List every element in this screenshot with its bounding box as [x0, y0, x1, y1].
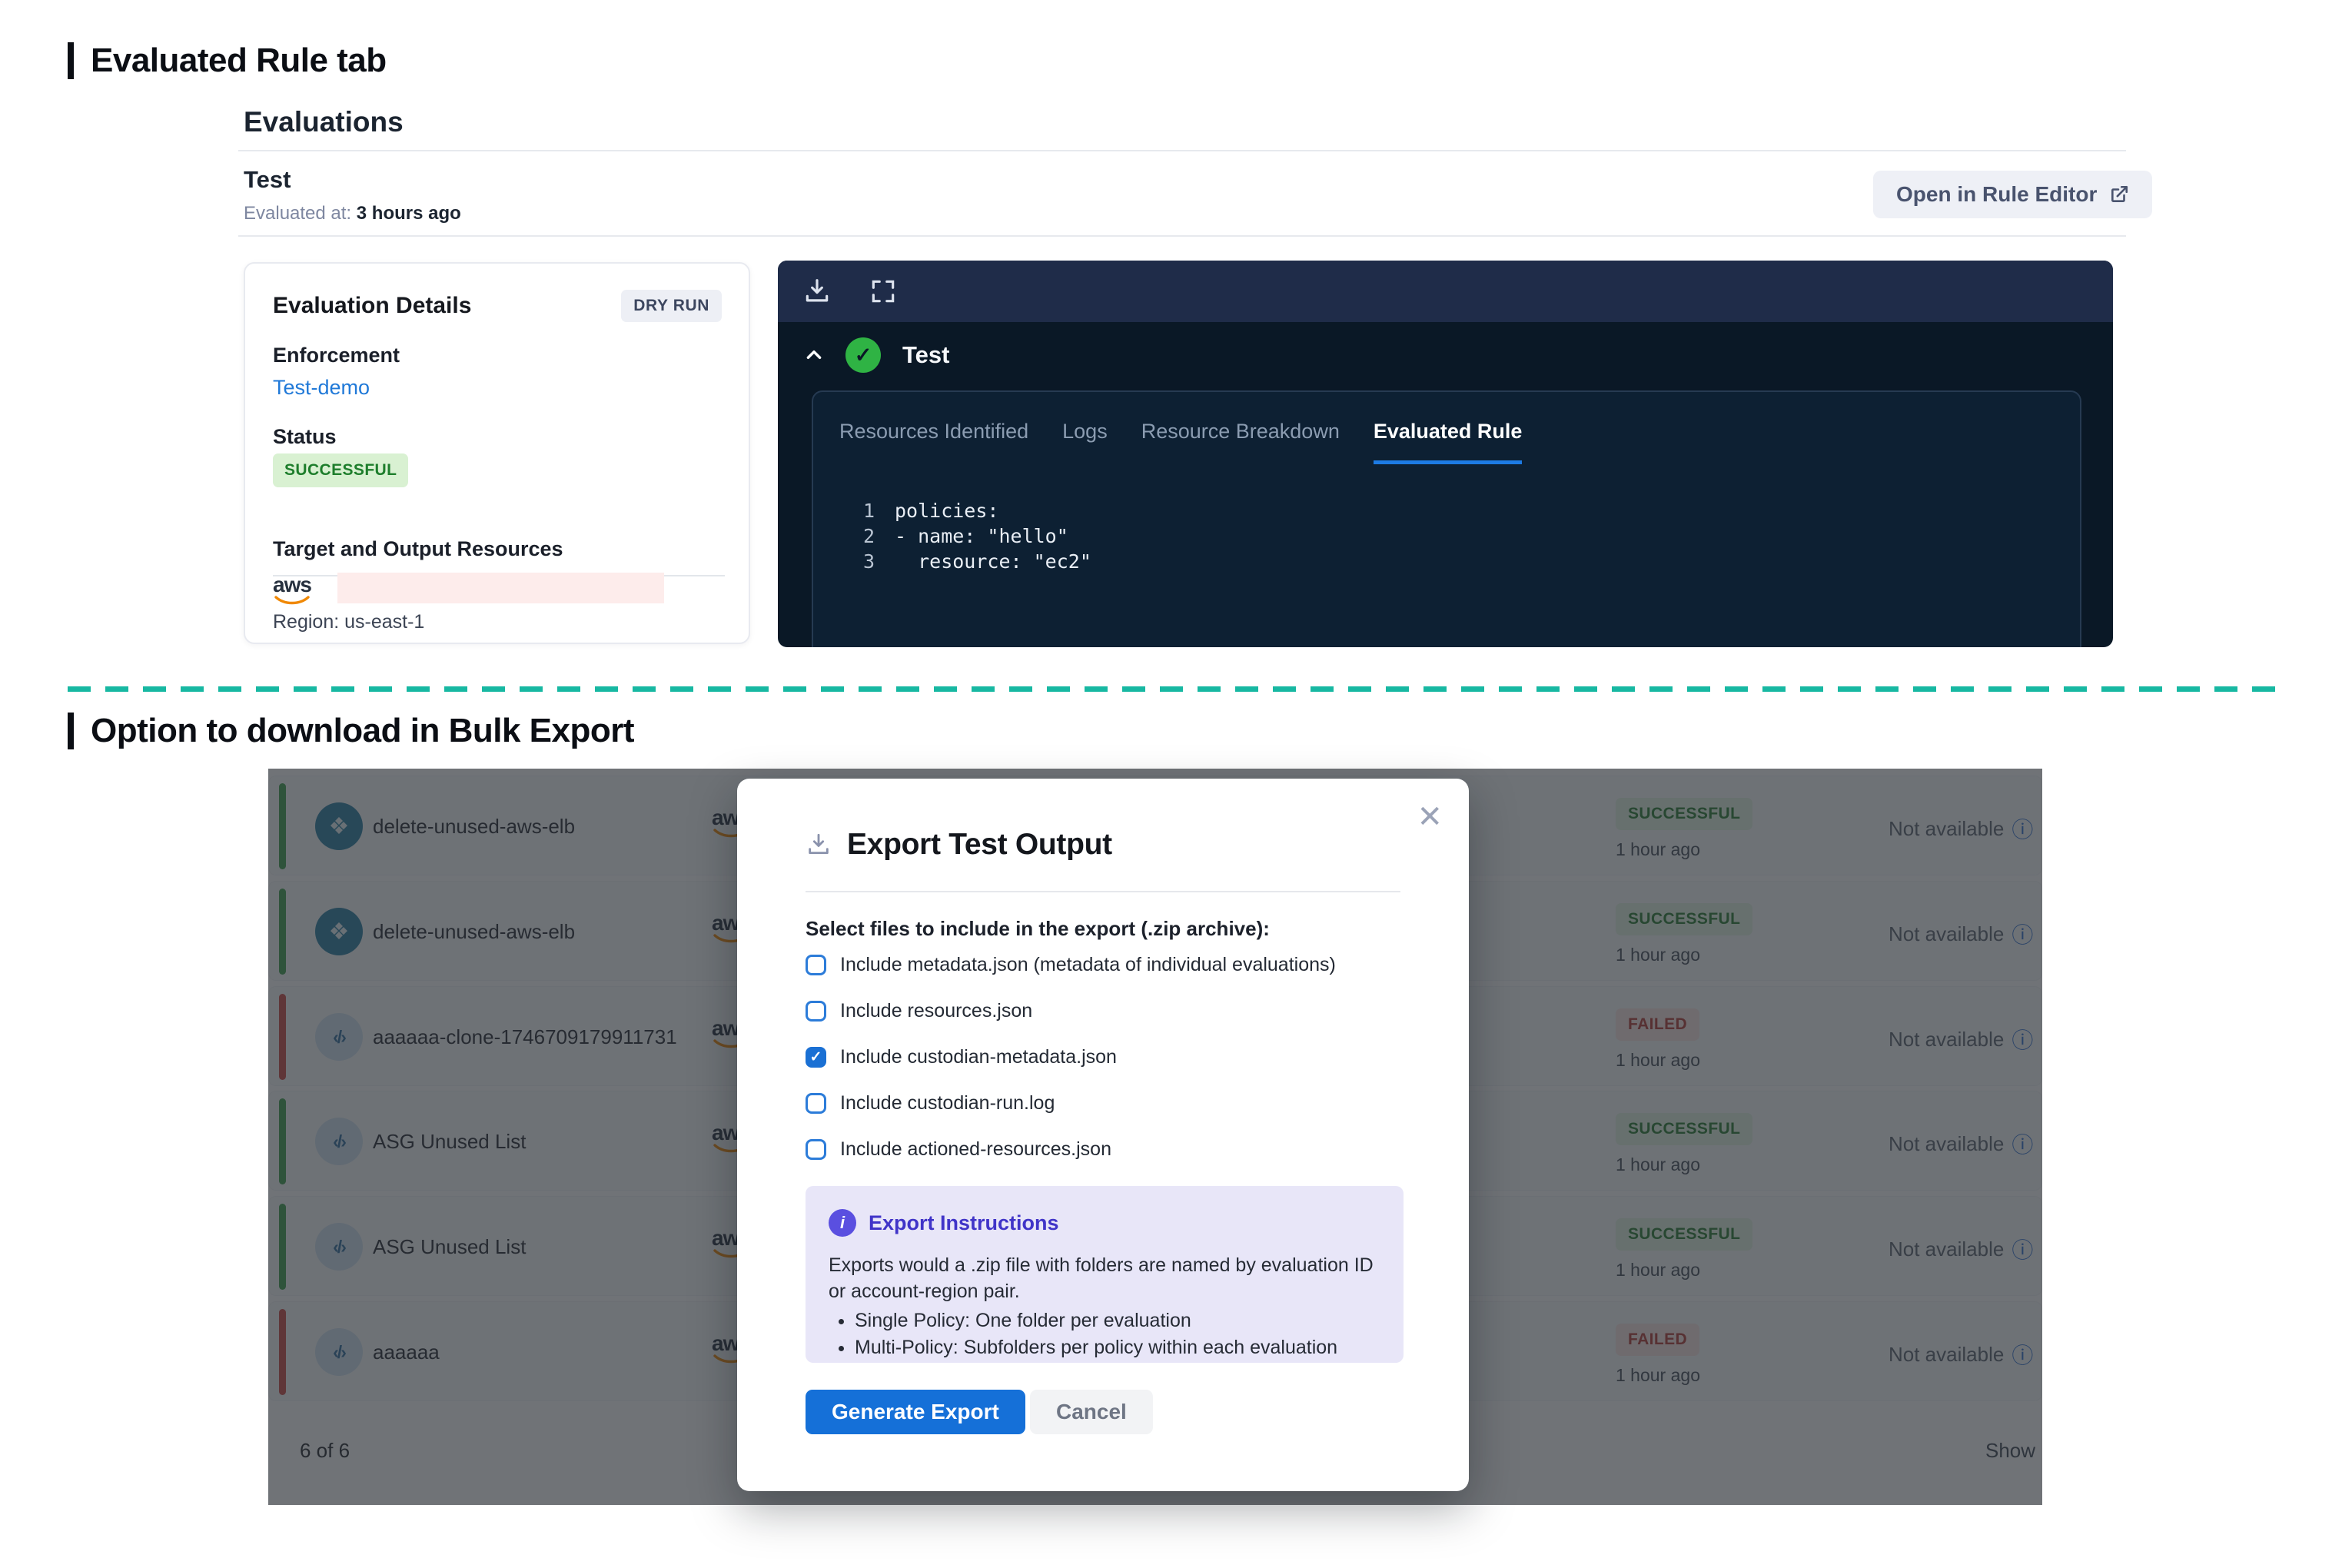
checkbox-custodian-run-log[interactable]: Include custodian-run.log [806, 1092, 1055, 1115]
info-bubble-icon [829, 1209, 856, 1237]
divider [238, 235, 2126, 237]
cancel-button[interactable]: Cancel [1030, 1390, 1153, 1434]
checkbox-label: Include metadata.json (metadata of indiv… [840, 954, 1336, 976]
tab-resource-breakdown[interactable]: Resource Breakdown [1141, 420, 1340, 464]
evaluated-at-label: Evaluated at: [244, 203, 351, 224]
line-text: policies: [895, 500, 998, 522]
export-test-output-modal: Export Test Output Select files to inclu… [737, 779, 1469, 1491]
line-text: - name: "hello" [895, 525, 1068, 547]
policy-group-name: Test [902, 341, 949, 369]
export-instructions-box: Export Instructions Exports would a .zip… [806, 1186, 1404, 1363]
aws-logo: aws [273, 574, 311, 605]
success-check-icon [845, 337, 881, 373]
code-line: 3 resource: "ec2" [852, 549, 1091, 574]
region-text: Region: us-east-1 [273, 611, 424, 633]
tab-resources-identified[interactable]: Resources Identified [839, 420, 1028, 464]
instructions-bullets: Single Policy: One folder per evaluation… [833, 1307, 1337, 1361]
aws-logo-text: aws [273, 574, 311, 596]
aws-smile-icon [274, 596, 310, 605]
evaluation-details-card: Evaluation Details DRY RUN Enforcement T… [244, 262, 750, 644]
divider [238, 150, 2126, 151]
teal-dashed-divider [68, 686, 2286, 692]
target-resources-label: Target and Output Resources [273, 537, 563, 561]
line-text: resource: "ec2" [895, 550, 1091, 573]
rule-code-block: 1 policies: 2 - name: "hello" 3 resource… [852, 498, 1091, 574]
checkbox-box[interactable] [806, 955, 826, 975]
status-badge: SUCCESSFUL [273, 453, 408, 487]
redacted-resource-target [337, 573, 664, 603]
external-link-icon [2109, 184, 2129, 204]
evaluation-name: Test [244, 166, 291, 194]
instructions-title: Export Instructions [869, 1211, 1059, 1235]
download-icon [806, 832, 832, 858]
tab-evaluated-rule[interactable]: Evaluated Rule [1374, 420, 1523, 464]
viewer-tabs: Resources Identified Logs Resource Break… [839, 420, 1522, 464]
checkbox-label: Include custodian-run.log [840, 1092, 1055, 1115]
select-files-label: Select files to include in the export (.… [806, 917, 1270, 941]
line-number: 2 [852, 525, 875, 547]
checkbox-actioned-resources-json[interactable]: Include actioned-resources.json [806, 1138, 1111, 1161]
section-title: Option to download in Bulk Export [91, 712, 634, 750]
heading-bar [68, 42, 74, 79]
checkbox-label: Include resources.json [840, 1000, 1032, 1022]
status-label: Status [273, 425, 337, 449]
target-resource-row: aws [273, 574, 311, 605]
policy-group-row[interactable]: Test [804, 337, 949, 373]
instruction-bullet: Single Policy: One folder per evaluation [855, 1307, 1337, 1334]
line-number: 3 [852, 550, 875, 573]
dry-run-badge: DRY RUN [621, 290, 722, 322]
line-number: 1 [852, 500, 875, 522]
generate-export-button[interactable]: Generate Export [806, 1390, 1025, 1434]
section-heading-evaluated-rule: Evaluated Rule tab [68, 42, 387, 80]
checkbox-metadata-json[interactable]: Include metadata.json (metadata of indiv… [806, 954, 1336, 976]
checkbox-label: Include custodian-metadata.json [840, 1046, 1117, 1068]
enforcement-label: Enforcement [273, 344, 400, 367]
checkbox-box[interactable] [806, 1047, 826, 1068]
close-icon[interactable] [1417, 802, 1443, 832]
chevron-up-icon[interactable] [804, 345, 824, 365]
evaluated-at: Evaluated at: 3 hours ago [244, 203, 461, 224]
section-title: Evaluated Rule tab [91, 42, 387, 80]
modal-divider [806, 891, 1400, 892]
code-line: 2 - name: "hello" [852, 523, 1091, 549]
evaluation-viewer-panel: Test Resources Identified Logs Resource … [778, 261, 2113, 647]
checkbox-label: Include actioned-resources.json [840, 1138, 1111, 1161]
checkbox-box[interactable] [806, 1093, 826, 1114]
details-card-title: Evaluation Details [273, 293, 471, 319]
code-line: 1 policies: [852, 498, 1091, 523]
evaluations-header: Evaluations [244, 106, 404, 138]
section-heading-bulk-export: Option to download in Bulk Export [68, 712, 634, 750]
instructions-header: Export Instructions [829, 1209, 1059, 1237]
fullscreen-icon[interactable] [869, 277, 898, 306]
instructions-body: Exports would a .zip file with folders a… [829, 1252, 1382, 1304]
download-icon[interactable] [802, 277, 832, 306]
instruction-bullet: Multi-Policy: Subfolders per policy with… [855, 1334, 1337, 1361]
viewer-tabs-card: Resources Identified Logs Resource Break… [812, 390, 2081, 647]
heading-bar [68, 713, 74, 749]
checkbox-box[interactable] [806, 1001, 826, 1022]
open-in-rule-editor-label: Open in Rule Editor [1896, 182, 2097, 207]
tab-logs[interactable]: Logs [1062, 420, 1108, 464]
evaluated-at-value: 3 hours ago [357, 203, 461, 224]
enforcement-link[interactable]: Test-demo [273, 376, 370, 400]
viewer-toolbar [778, 261, 2113, 322]
checkbox-resources-json[interactable]: Include resources.json [806, 1000, 1032, 1022]
open-in-rule-editor-button[interactable]: Open in Rule Editor [1873, 171, 2152, 218]
checkbox-custodian-metadata-json[interactable]: Include custodian-metadata.json [806, 1046, 1117, 1068]
checkbox-box[interactable] [806, 1139, 826, 1160]
modal-header: Export Test Output [806, 828, 1112, 862]
modal-title: Export Test Output [847, 828, 1112, 862]
